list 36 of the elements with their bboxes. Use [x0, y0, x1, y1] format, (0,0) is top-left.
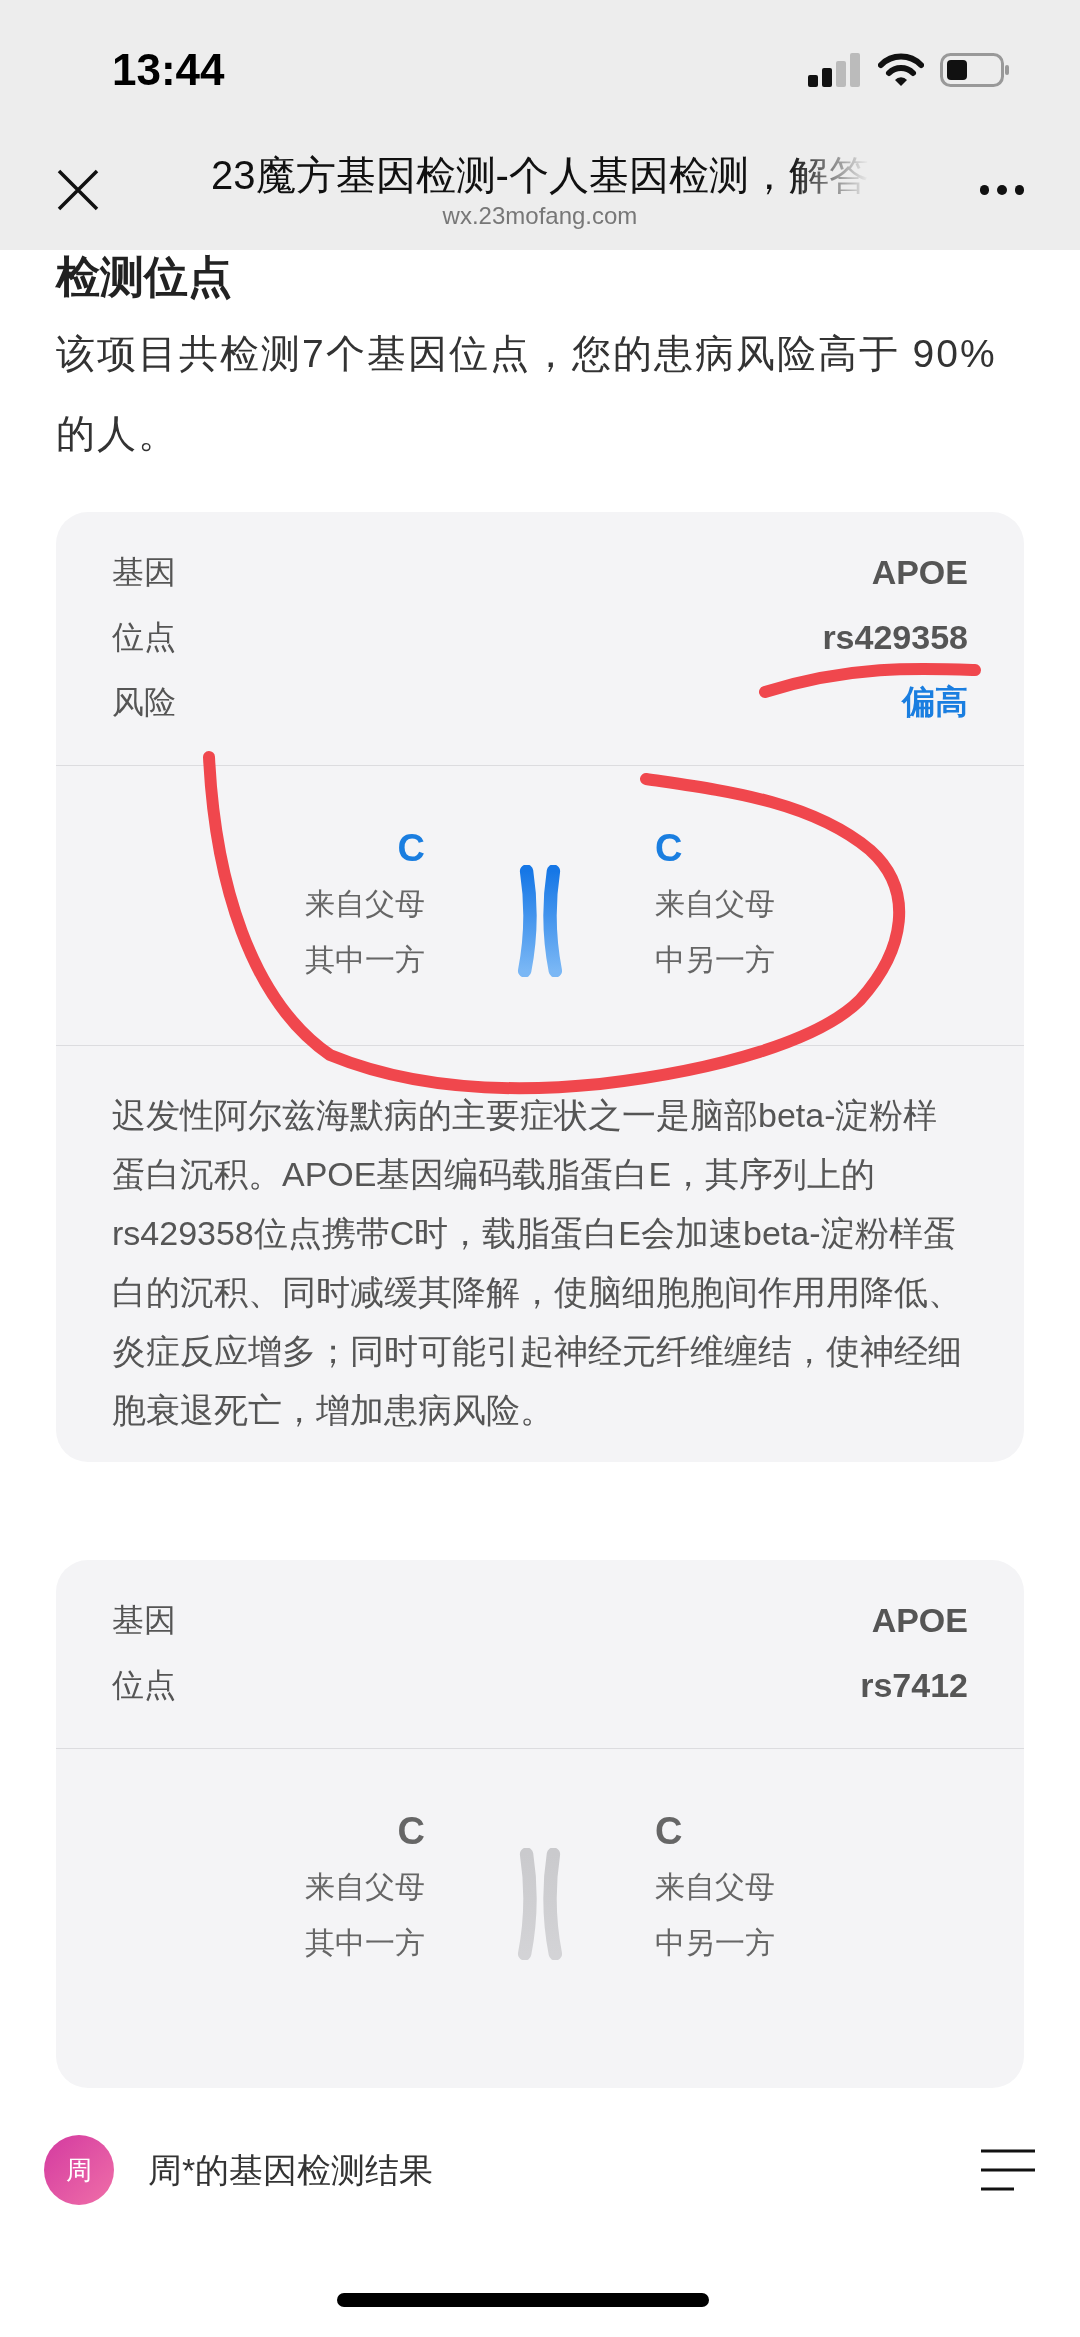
- field-label: 基因: [112, 1601, 176, 1640]
- field-label: 风险: [112, 683, 176, 722]
- summary-text: 该项目共检测7个基因位点，您的患病风险高于 90% 的人。: [56, 331, 998, 457]
- allele-base: C: [397, 1808, 425, 1854]
- allele-source: 来自父母: [655, 885, 775, 922]
- field-label: 基因: [112, 553, 176, 592]
- field-value: rs7412: [860, 1664, 968, 1706]
- page-url: wx.23mofang.com: [442, 201, 638, 231]
- field-value: rs429358: [822, 616, 968, 658]
- status-time: 13:44: [112, 44, 225, 96]
- field-value: APOE: [871, 551, 968, 593]
- allele-source: 其中一方: [305, 1924, 425, 1961]
- close-icon[interactable]: [56, 168, 100, 212]
- allele-source: 中另一方: [655, 941, 775, 978]
- allele-source: 中另一方: [655, 1924, 775, 1961]
- allele-source: 其中一方: [305, 941, 425, 978]
- field-label: 位点: [112, 618, 176, 657]
- page-title: 23魔方基因检测-个人基因检测，解答: [211, 152, 869, 199]
- menu-icon[interactable]: [980, 2149, 1036, 2191]
- allele-base: C: [655, 825, 683, 871]
- allele-base: C: [655, 1808, 683, 1854]
- description-text: 迟发性阿尔兹海默病的主要症状之一是脑部beta-淀粉样蛋白沉积。APOE基因编码载脂蛋白E，其序列上的rs429358位点携带C时，载脂蛋白E会加速beta-淀粉样蛋白的沉积、同时减缓其降解，使脑细胞胞间作用用降低、炎症反应增多；同时可能引起神经元纤维缠结，使神经细胞衰退死亡，增加患病风险。: [112, 1095, 963, 1431]
- field-label: 位点: [112, 1666, 176, 1705]
- result-title: 周*的基因检测结果: [148, 2149, 435, 2191]
- allele-source: 来自父母: [305, 1868, 425, 1905]
- allele-base: C: [397, 825, 425, 871]
- wifi-icon: [878, 53, 924, 87]
- user-avatar[interactable]: 周: [44, 2135, 114, 2205]
- more-icon[interactable]: [980, 185, 1024, 195]
- field-value: APOE: [871, 1599, 968, 1641]
- section-heading: 检测位点: [56, 252, 233, 302]
- field-value: 偏高: [902, 682, 968, 723]
- allele-source: 来自父母: [655, 1868, 775, 1905]
- allele-source: 来自父母: [305, 885, 425, 922]
- signal-icon: [808, 53, 862, 87]
- battery-icon: [940, 53, 1010, 87]
